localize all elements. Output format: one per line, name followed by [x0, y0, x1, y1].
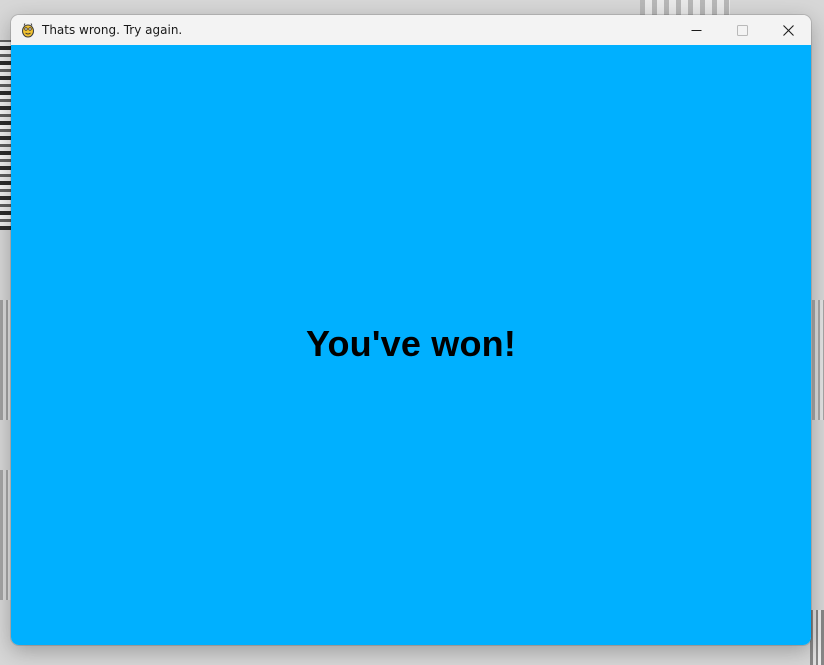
window-title: Thats wrong. Try again. — [42, 23, 183, 37]
close-icon — [782, 24, 794, 36]
game-window: Thats wrong. Try again. You've won! — [11, 15, 811, 645]
window-controls — [673, 15, 811, 45]
minimize-icon — [691, 25, 702, 36]
title-bar[interactable]: Thats wrong. Try again. — [11, 15, 811, 45]
desktop-background-fragment — [810, 610, 824, 665]
maximize-button[interactable] — [719, 15, 765, 45]
pygame-snake-icon[interactable] — [20, 22, 36, 38]
game-canvas[interactable]: You've won! — [11, 45, 811, 645]
minimize-button[interactable] — [673, 15, 719, 45]
desktop-background-fragment — [0, 300, 10, 420]
maximize-icon — [736, 24, 748, 36]
close-button[interactable] — [765, 15, 811, 45]
win-message: You've won! — [305, 323, 517, 364]
desktop-background-fragment — [812, 300, 824, 420]
